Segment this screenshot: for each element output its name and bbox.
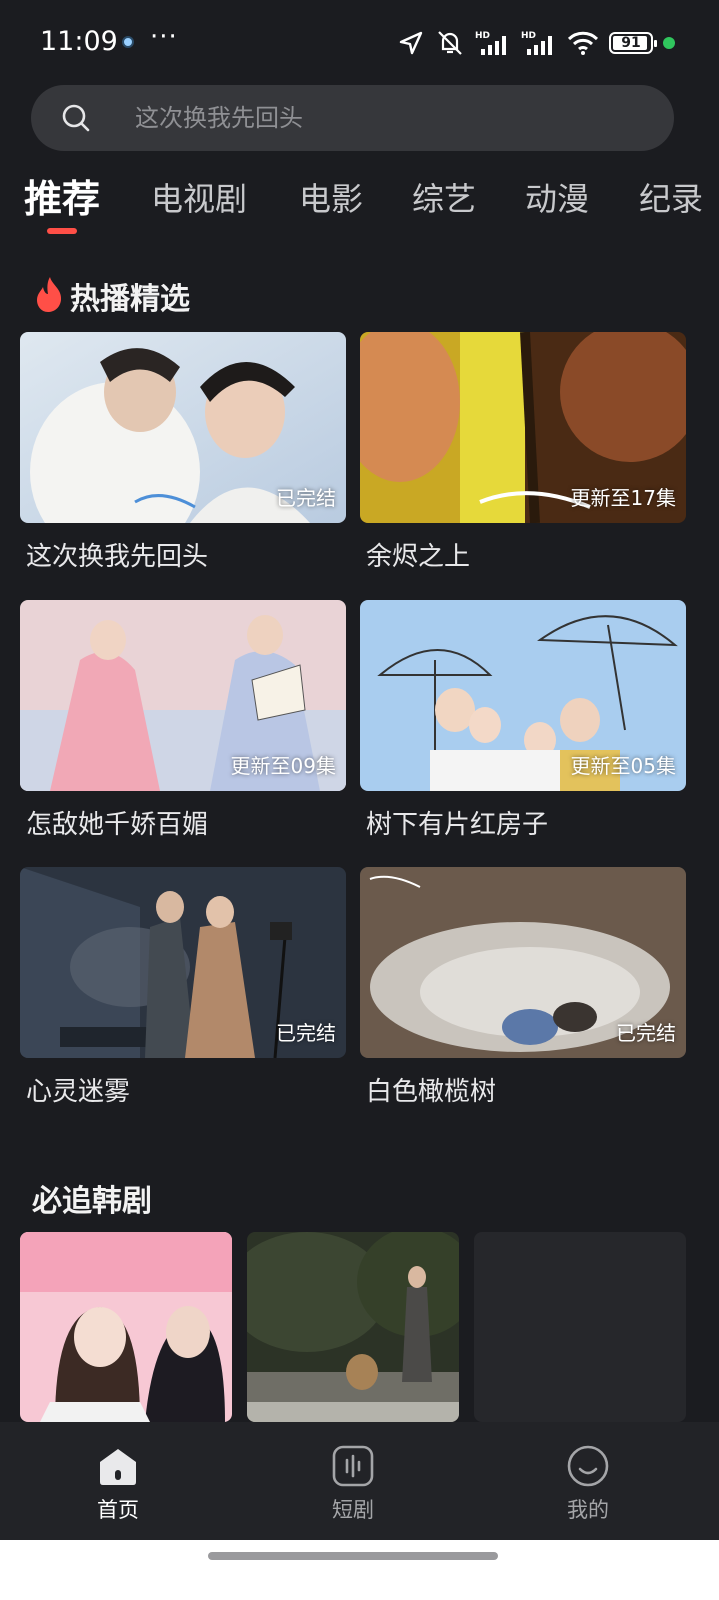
episode-badge: 已完结 (616, 1021, 676, 1045)
tab-active-indicator (47, 228, 77, 234)
poster-image (247, 1232, 459, 1422)
search-placeholder: 这次换我先回头 (135, 104, 303, 132)
category-tabs: 推荐 电视剧 电影 综艺 动漫 纪录 (0, 160, 719, 240)
episode-badge: 更新至05集 (570, 754, 676, 778)
korean-drama-card[interactable] (20, 1232, 232, 1422)
battery-icon: 91 (609, 32, 657, 54)
episode-badge: 已完结 (276, 486, 336, 510)
poster-image: 更新至09集 (20, 600, 346, 791)
nav-home-label: 首页 (97, 1498, 139, 1522)
home-icon (100, 1449, 136, 1485)
drama-title: 这次换我先回头 (26, 542, 209, 572)
poster-image: 更新至05集 (360, 600, 686, 791)
drama-title: 心灵迷雾 (26, 1077, 131, 1107)
poster-image: 已完结 (20, 332, 346, 523)
bottom-navigation: 首页 短剧 我的 (0, 1422, 719, 1540)
poster-image (20, 1232, 232, 1422)
status-bar: 11:09 ··· HD HD 91 (0, 0, 719, 84)
drama-title: 余烬之上 (366, 542, 471, 572)
nav-short-drama[interactable]: 短剧 (273, 1422, 433, 1540)
gesture-area (0, 1540, 719, 1600)
poster-image: 已完结 (360, 867, 686, 1058)
nav-short-drama-label: 短剧 (332, 1498, 374, 1522)
episode-badge: 更新至09集 (230, 754, 336, 778)
drama-title: 白色橄榄树 (366, 1077, 497, 1107)
section-title-korean: 必追韩剧 (32, 1184, 152, 1219)
drama-title: 怎敌她千娇百媚 (26, 810, 209, 840)
signal-hd-icon: HD (475, 31, 506, 55)
tab-tv-series[interactable]: 电视剧 (151, 174, 247, 220)
signal-hd-icon: HD (521, 31, 552, 55)
svg-text:HD: HD (475, 31, 490, 41)
more-notifications-icon: ··· (150, 22, 178, 52)
korean-drama-card[interactable] (247, 1232, 459, 1422)
episode-badge: 更新至17集 (570, 486, 676, 510)
tab-movies[interactable]: 电影 (299, 174, 363, 220)
notification-dot-icon (122, 36, 134, 48)
tab-documentary[interactable]: 纪录 (639, 174, 703, 220)
section-title-hot: 热播精选 (70, 282, 190, 317)
search-bar[interactable]: 这次换我先回头 (31, 85, 674, 151)
svg-text:HD: HD (521, 31, 536, 41)
poster-image: 已完结 (20, 867, 346, 1058)
poster-image: 更新至17集 (360, 332, 686, 523)
korean-drama-card-placeholder[interactable] (474, 1232, 686, 1422)
wifi-icon (567, 31, 599, 55)
location-arrow-icon (399, 31, 423, 55)
profile-icon (567, 1445, 609, 1487)
tab-anime[interactable]: 动漫 (525, 174, 589, 220)
home-indicator[interactable] (208, 1552, 498, 1560)
tab-variety[interactable]: 综艺 (412, 174, 476, 220)
mute-bell-icon (438, 31, 462, 55)
drama-title: 树下有片红房子 (366, 810, 549, 840)
nav-home[interactable]: 首页 (38, 1422, 198, 1540)
search-icon (62, 104, 90, 132)
tab-recommend[interactable]: 推荐 (24, 168, 100, 223)
short-drama-icon (332, 1445, 374, 1487)
nav-profile[interactable]: 我的 (508, 1422, 668, 1540)
flame-icon (37, 277, 62, 312)
episode-badge: 已完结 (276, 1021, 336, 1045)
nav-profile-label: 我的 (567, 1498, 609, 1522)
privacy-indicator-dot (663, 37, 675, 49)
status-time: 11:09 (40, 26, 118, 57)
